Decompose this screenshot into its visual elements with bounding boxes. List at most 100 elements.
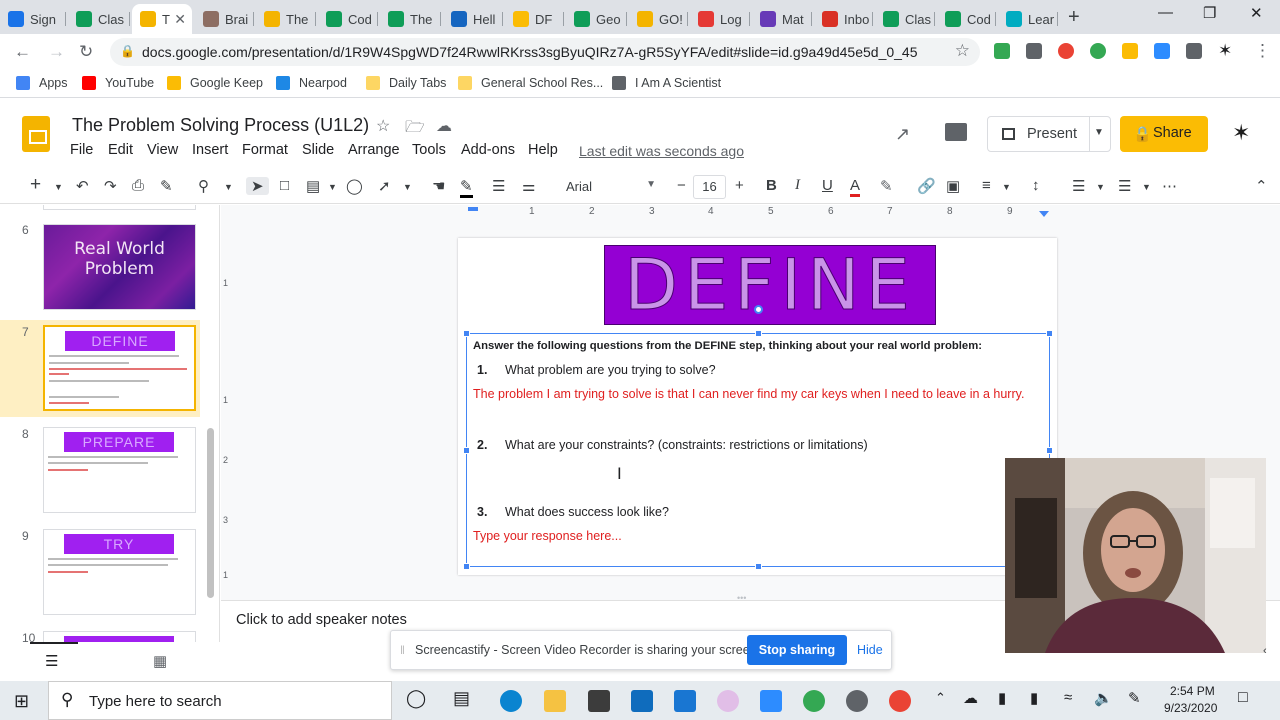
task-view-icon[interactable]: ▤ — [453, 688, 470, 709]
browser-tab[interactable]: Lear — [998, 4, 1058, 34]
url-omnibox[interactable]: 🔒 docs.google.com/presentation/d/1R9W4Sp… — [110, 38, 980, 66]
file-explorer-icon[interactable] — [544, 690, 566, 712]
menu-help[interactable]: Help — [528, 142, 558, 158]
bookmark-item[interactable]: I Am A Scientist — [612, 76, 721, 90]
answer-3-placeholder[interactable]: Type your response here... — [473, 528, 622, 545]
menu-view[interactable]: View — [147, 142, 178, 158]
show-hidden-icons[interactable]: ⌃ — [935, 690, 946, 706]
font-family-select[interactable]: Arial ▼ — [560, 175, 660, 199]
numbered-list-icon[interactable]: ☰ — [1072, 177, 1085, 195]
highlight-color-icon[interactable]: ✎ — [880, 177, 893, 195]
new-slide-dropdown-icon[interactable]: ▼ — [54, 182, 63, 192]
resize-handle[interactable] — [755, 330, 762, 337]
resize-handle[interactable] — [463, 563, 470, 570]
windows-start-icon[interactable]: ⊞ — [14, 691, 29, 712]
cloud-saved-icon[interactable]: ☁ — [436, 116, 452, 136]
decrease-font-size-icon[interactable]: − — [677, 177, 686, 194]
border-color-icon[interactable]: ✎ — [460, 177, 473, 198]
screencastify-extension-icon[interactable] — [1058, 43, 1074, 59]
zoom-icon[interactable] — [760, 690, 782, 712]
menu-tools[interactable]: Tools — [412, 142, 446, 158]
comments-icon[interactable] — [945, 123, 967, 141]
bookmark-item[interactable]: Apps — [16, 76, 68, 90]
browser-tab[interactable]: Clas — [68, 4, 130, 34]
image-dropdown-icon[interactable]: ▼ — [328, 182, 337, 192]
present-button[interactable]: Present ▼ — [987, 116, 1111, 152]
align-dropdown-icon[interactable]: ▼ — [1002, 182, 1011, 192]
text-box-icon[interactable]: □ — [280, 177, 289, 194]
back-icon[interactable]: ← — [14, 42, 31, 62]
browser-tab[interactable]: Cod — [937, 4, 996, 34]
numbered-list-dropdown-icon[interactable]: ▼ — [1096, 182, 1105, 192]
resize-handle[interactable] — [1046, 330, 1053, 337]
speaker-notes-placeholder[interactable]: Click to add speaker notes — [236, 612, 407, 628]
browser-tab[interactable]: Sign — [0, 4, 66, 34]
zoom-extension-icon[interactable] — [1154, 43, 1170, 59]
pen-icon[interactable]: ✎ — [1128, 689, 1141, 707]
browser-tab[interactable]: The — [380, 4, 441, 34]
bold-icon[interactable]: B — [766, 177, 777, 194]
close-window-icon[interactable]: ✕ — [1250, 4, 1263, 22]
right-indent-marker[interactable] — [1039, 211, 1049, 217]
chevron-left-icon[interactable]: ‹ — [1263, 645, 1267, 657]
account-avatar[interactable]: ✶ — [1232, 120, 1250, 146]
browser-tab[interactable]: Brai — [195, 4, 254, 34]
battery-icon[interactable]: ▮ — [1030, 689, 1038, 707]
paint-format-icon[interactable]: ✎ — [160, 177, 173, 195]
undo-icon[interactable]: ↶ — [76, 177, 89, 195]
resize-handle[interactable] — [463, 330, 470, 337]
settings-icon[interactable] — [846, 690, 868, 712]
increase-font-size-icon[interactable]: + — [735, 177, 744, 194]
bookmark-item[interactable]: Daily Tabs — [366, 76, 446, 90]
filmstrip-scrollbar[interactable] — [207, 428, 214, 598]
bulleted-list-dropdown-icon[interactable]: ▼ — [1142, 182, 1151, 192]
bookmark-item[interactable]: Nearpod — [276, 76, 347, 90]
onedrive-icon[interactable]: ☁ — [963, 689, 978, 707]
lexia-icon[interactable] — [674, 690, 696, 712]
clock-time[interactable]: 2:54 PM — [1170, 684, 1215, 698]
print-icon[interactable]: ⎙ — [132, 177, 144, 194]
zoom-icon[interactable]: ⚲ — [198, 177, 209, 195]
menu-insert[interactable]: Insert — [192, 142, 228, 158]
slide-thumbnail[interactable]: PREPARE — [43, 427, 196, 513]
forward-icon[interactable]: → — [48, 42, 65, 62]
collapse-toolbar-icon[interactable]: ⌃ — [1255, 177, 1268, 195]
underline-icon[interactable]: U — [822, 177, 833, 194]
taskbar-search-box[interactable]: ⚲ Type here to search — [48, 681, 392, 720]
browser-tab[interactable]: DF — [505, 4, 564, 34]
menu-slide[interactable]: Slide — [302, 142, 334, 158]
chrome-icon[interactable] — [803, 690, 825, 712]
bookmark-item[interactable]: General School Res... — [458, 76, 603, 90]
slide-thumbnail-selected[interactable]: DEFINE — [43, 325, 196, 411]
menu-arrange[interactable]: Arrange — [348, 142, 400, 158]
define-title-banner[interactable]: DEFINE — [604, 244, 936, 327]
restore-icon[interactable]: ❐ — [1203, 4, 1216, 22]
wifi-icon[interactable]: ≈ — [1064, 689, 1072, 706]
align-icon[interactable]: ≡ — [982, 177, 991, 194]
drive-extension-icon[interactable] — [1122, 43, 1138, 59]
star-icon[interactable]: ☆ — [376, 116, 390, 136]
rotate-handle[interactable] — [754, 305, 763, 314]
resize-handle[interactable] — [755, 563, 762, 570]
answer-text-box[interactable]: Answer the following questions from the … — [463, 330, 1053, 570]
extension-icon[interactable] — [1026, 43, 1042, 59]
cortana-icon[interactable]: ◯ — [406, 688, 426, 709]
extension-icon[interactable] — [1090, 43, 1106, 59]
notes-drag-handle-icon[interactable]: ••• — [737, 593, 746, 603]
bookmark-item[interactable]: YouTube — [82, 76, 154, 90]
microphone-icon[interactable]: ▮ — [998, 689, 1006, 707]
image-icon[interactable]: ▤ — [306, 177, 320, 195]
puzzle-icon[interactable] — [1186, 43, 1202, 59]
bookmark-star-icon[interactable]: ☆ — [955, 41, 970, 61]
redo-icon[interactable]: ↷ — [104, 177, 117, 195]
extension-icon[interactable] — [994, 43, 1010, 59]
add-comment-icon[interactable]: ▣ — [946, 177, 960, 195]
profile-avatar-icon[interactable]: ✶ — [1218, 41, 1232, 61]
zoom-dropdown-icon[interactable]: ▼ — [224, 182, 233, 192]
browser-tab[interactable]: Cod — [318, 4, 378, 34]
present-dropdown-icon[interactable]: ▼ — [1094, 127, 1104, 138]
bookmark-item[interactable]: Google Keep — [167, 76, 263, 90]
browser-tab[interactable]: Inbo — [814, 4, 873, 34]
slide-thumbnail[interactable] — [43, 631, 196, 642]
italic-icon[interactable]: I — [795, 177, 800, 194]
